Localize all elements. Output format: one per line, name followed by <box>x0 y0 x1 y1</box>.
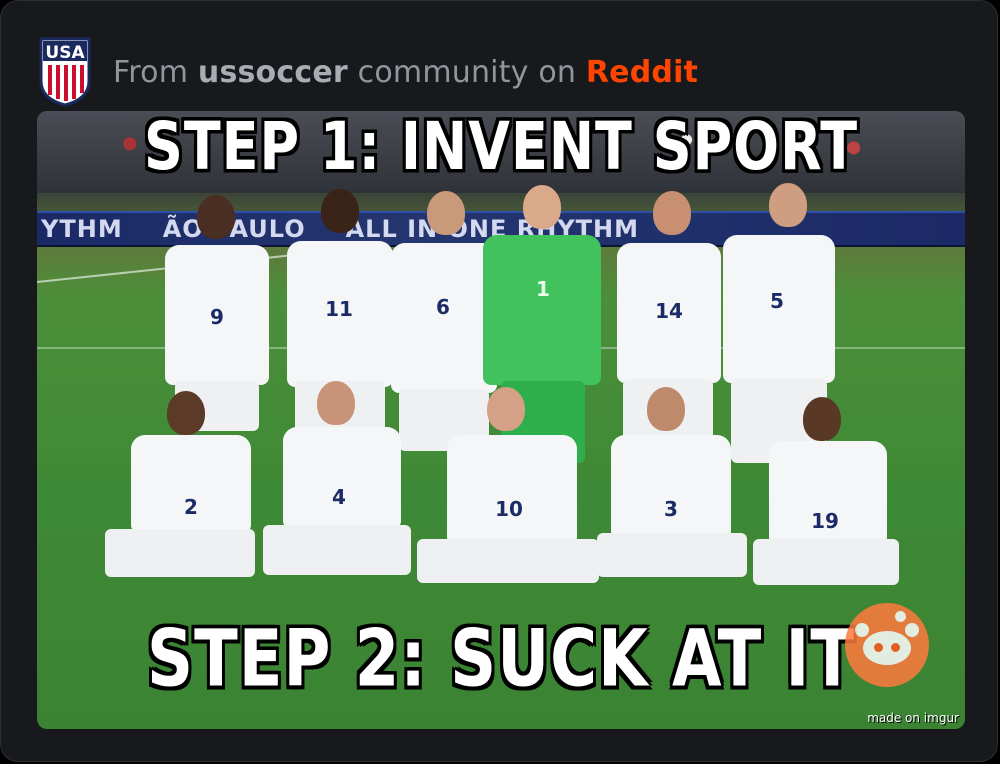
player-shirt <box>447 435 577 545</box>
jersey-number: 6 <box>436 295 450 319</box>
post-image[interactable]: YTHM ÃO PAULO ALL IN ONE RHYTHM 9 11 6 1… <box>37 111 965 729</box>
jersey-number: 3 <box>664 497 678 521</box>
us-soccer-crest-icon[interactable]: USA <box>39 37 91 107</box>
embed-card[interactable]: USA From ussoccer community on Reddit YT… <box>0 0 998 762</box>
player-shirt <box>483 235 601 385</box>
jersey-number: 9 <box>210 305 224 329</box>
community-link[interactable]: ussoccer <box>198 55 348 90</box>
player-head <box>317 381 355 425</box>
player-head <box>167 391 205 435</box>
player-head <box>523 185 561 229</box>
player-head <box>803 397 841 441</box>
player-head <box>769 183 807 227</box>
jersey-number: 11 <box>325 297 353 321</box>
jersey-number: 14 <box>655 299 683 323</box>
jersey-number: 10 <box>495 497 523 521</box>
jersey-number: 1 <box>536 277 550 301</box>
player-head <box>647 387 685 431</box>
jersey-number: 4 <box>332 485 346 509</box>
player-head <box>427 191 465 235</box>
source-line: From ussoccer community on Reddit <box>113 55 698 90</box>
player-shirt <box>283 427 401 529</box>
player-shirt <box>611 435 731 539</box>
player-shorts <box>753 539 899 585</box>
meme-caption-top: STEP 1: INVENT SPORT <box>143 111 859 185</box>
player-shorts <box>105 529 255 577</box>
player-head <box>487 387 525 431</box>
reddit-snoo-icon[interactable] <box>845 603 929 687</box>
imgur-watermark: made on imgur <box>867 711 959 725</box>
reddit-link[interactable]: Reddit <box>586 55 698 90</box>
source-middle: community on <box>357 54 577 90</box>
player-head <box>321 189 359 233</box>
ad-text-1: YTHM <box>41 215 123 243</box>
embed-header: USA From ussoccer community on Reddit <box>39 37 698 107</box>
player-head <box>197 195 235 239</box>
source-prefix: From <box>113 54 189 90</box>
jersey-number: 19 <box>811 509 839 533</box>
player-shorts <box>417 539 599 583</box>
jersey-number: 5 <box>770 289 784 313</box>
meme-caption-bottom: STEP 2: SUCK AT IT <box>147 614 855 706</box>
player-head <box>653 191 691 235</box>
jersey-number: 2 <box>184 495 198 519</box>
player-shorts <box>597 533 747 577</box>
player-shorts <box>263 525 411 575</box>
crest-letters: USA <box>45 43 85 63</box>
